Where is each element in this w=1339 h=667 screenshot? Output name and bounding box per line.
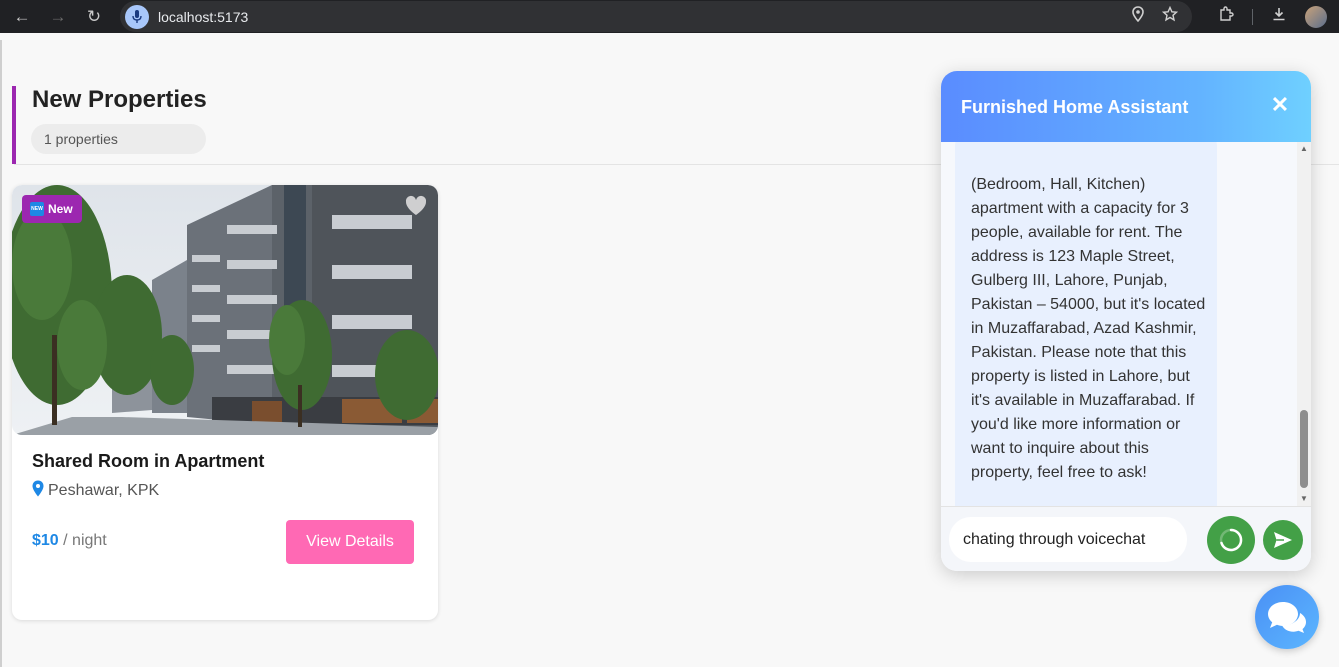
toolbar-separator [1252, 8, 1253, 25]
section-title: New Properties [32, 86, 207, 113]
scrollbar-thumb[interactable] [1300, 410, 1308, 488]
favorite-heart-icon[interactable] [404, 195, 428, 217]
forward-icon[interactable]: → [40, 0, 76, 33]
voice-chat-button[interactable] [1207, 516, 1255, 564]
view-details-button[interactable]: View Details [286, 520, 414, 564]
extensions-icon[interactable] [1218, 6, 1234, 27]
page-edge [0, 40, 2, 667]
chat-title: Furnished Home Assistant [961, 97, 1189, 117]
loading-spinner-icon [1219, 528, 1243, 552]
assistant-message-text: (Bedroom, Hall, Kitchen) apartment with … [971, 176, 1206, 481]
url-text[interactable]: localhost:5173 [158, 9, 248, 25]
chat-scrollbar[interactable]: ▲ ▼ [1297, 142, 1311, 506]
new-icon: NEW [30, 202, 44, 216]
property-price: $10 / night [32, 532, 107, 550]
assistant-message-bubble: (Bedroom, Hall, Kitchen) apartment with … [955, 142, 1217, 506]
chat-toggle-button[interactable] [1255, 585, 1319, 649]
property-count-badge: 1 properties [31, 124, 206, 154]
send-icon [1274, 532, 1292, 548]
property-location: Peshawar, KPK [32, 480, 159, 502]
chat-header: Furnished Home Assistant ✕ [941, 71, 1311, 142]
property-card[interactable]: NEW New Shared Room in Apartment Peshawa… [12, 185, 438, 620]
address-bar[interactable]: localhost:5173 [120, 1, 1192, 32]
download-icon[interactable] [1271, 6, 1287, 27]
chat-assistant-panel: Furnished Home Assistant ✕ (Bedroom, Hal… [941, 71, 1311, 571]
scroll-up-arrow-icon[interactable]: ▲ [1297, 144, 1311, 154]
scroll-down-arrow-icon[interactable]: ▼ [1297, 494, 1311, 504]
location-pin-icon[interactable] [1132, 6, 1144, 27]
chat-bubbles-icon [1268, 602, 1306, 633]
mic-icon[interactable] [125, 4, 149, 29]
section-accent-bar [12, 86, 16, 164]
chat-input-area [941, 507, 1311, 571]
new-badge-label: New [48, 202, 73, 216]
price-unit: / night [58, 532, 107, 549]
bookmark-star-icon[interactable] [1161, 5, 1179, 27]
profile-avatar[interactable] [1305, 5, 1327, 28]
send-button[interactable] [1263, 520, 1303, 560]
reload-icon[interactable]: ↻ [76, 0, 112, 33]
back-icon[interactable]: ← [4, 0, 40, 33]
property-image[interactable]: NEW New [12, 185, 438, 435]
new-badge: NEW New [22, 195, 82, 223]
chat-message-input[interactable] [949, 517, 1187, 562]
close-icon[interactable]: ✕ [1270, 94, 1290, 116]
location-pin-icon [32, 480, 44, 502]
location-text: Peshawar, KPK [48, 482, 160, 499]
property-title[interactable]: Shared Room in Apartment [32, 451, 264, 472]
price-value: $10 [32, 532, 59, 549]
browser-toolbar: ← → ↻ localhost:5173 [0, 0, 1339, 33]
chat-messages[interactable]: (Bedroom, Hall, Kitchen) apartment with … [941, 142, 1311, 506]
